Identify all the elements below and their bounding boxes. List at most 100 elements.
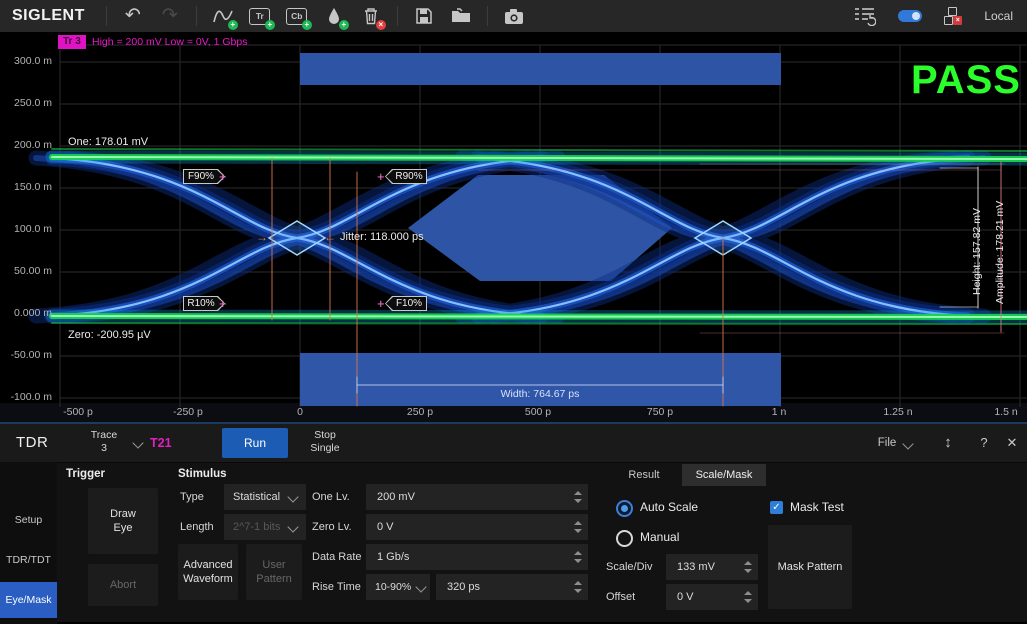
stimulus-header: Stimulus (178, 468, 227, 480)
x-tick-label: -250 p (148, 406, 228, 418)
local-status: Local (984, 9, 1013, 23)
stop-single-button[interactable]: Stop Single (296, 429, 354, 455)
caret-down-icon (574, 529, 582, 533)
caret-down-icon (574, 559, 582, 563)
network-error-icon[interactable] (944, 7, 962, 25)
x-tick-label: 1.25 n (858, 406, 938, 418)
tab-tdr-tdt[interactable]: TDR/TDT (0, 542, 57, 578)
caret-up-icon (574, 521, 582, 525)
undo-icon[interactable]: ↶ (122, 5, 144, 27)
scale-div-field[interactable]: 133 mV (666, 554, 758, 580)
sidebar-tabs: Setup TDR/TDT Eye/Mask (0, 462, 57, 624)
data-rate-label: Data Rate (312, 544, 362, 570)
tab-setup[interactable]: Setup (0, 502, 57, 538)
spinner[interactable] (573, 544, 583, 570)
length-dropdown[interactable]: 2^7-1 bits (224, 514, 306, 540)
mask-test-checkbox[interactable] (770, 501, 783, 514)
offset-field[interactable]: 0 V (666, 584, 758, 610)
expand-collapse-icon[interactable]: ↕ (938, 424, 958, 462)
redo-icon[interactable]: ↷ (159, 5, 181, 27)
add-waveform-icon[interactable] (212, 5, 234, 27)
spinner[interactable] (573, 514, 583, 540)
x-tick-label: 500 p (498, 406, 578, 418)
abort-button[interactable]: Abort (88, 564, 158, 606)
spinner[interactable] (573, 574, 583, 600)
spinner[interactable] (573, 484, 583, 510)
jitter-annotation: Jitter: 118.000 ps (340, 231, 424, 243)
bottom-panel: TDR Trace 3 T21 Run Stop Single File ↕ ?… (0, 422, 1027, 622)
mask-pattern-button[interactable]: Mask Pattern (768, 525, 852, 609)
add-trace-icon[interactable]: Tr (249, 5, 271, 27)
screenshot-camera-icon[interactable] (503, 5, 525, 27)
auto-scale-radio[interactable] (616, 500, 633, 517)
plus-badge-icon (302, 20, 312, 30)
x-tick-label: 0 (260, 406, 340, 418)
tab-result[interactable]: Result (606, 464, 682, 486)
caret-up-icon (574, 491, 582, 495)
top-toolbar: SIGLENT ↶ ↷ Tr Cb (0, 0, 1027, 32)
add-probe-icon[interactable] (323, 5, 345, 27)
plus-badge-icon (228, 20, 238, 30)
open-folder-icon[interactable] (450, 5, 472, 27)
type-label: Type (180, 484, 204, 510)
r90-flag: R90% (385, 169, 427, 184)
height-annotation: Height: 157.82 mV (971, 167, 983, 337)
spinner[interactable] (743, 584, 753, 610)
x-tick-label: 250 p (380, 406, 460, 418)
one-level-label: One Lv. (312, 484, 350, 510)
task-list-icon[interactable] (854, 5, 876, 27)
add-codebook-icon[interactable]: Cb (286, 5, 308, 27)
help-icon[interactable]: ? (974, 424, 994, 462)
app-title: TDR (16, 424, 48, 462)
close-icon[interactable]: ✕ (1002, 424, 1022, 462)
chevron-down-icon[interactable] (902, 438, 913, 449)
advanced-waveform-button[interactable]: Advanced Waveform (178, 544, 238, 600)
chevron-down-icon[interactable] (132, 437, 143, 448)
toolbar-separator (196, 6, 197, 26)
length-label: Length (180, 514, 214, 540)
jitter-arrow-right-icon: → (256, 231, 268, 244)
zero-level-field[interactable]: 0 V (366, 514, 588, 540)
offset-label: Offset (606, 584, 635, 610)
file-menu[interactable]: File (872, 424, 902, 462)
x-badge-icon (376, 20, 386, 30)
draw-eye-button[interactable]: Draw Eye (88, 488, 158, 554)
y-tick-label: 300.0 m (0, 55, 52, 67)
one-level-field[interactable]: 200 mV (366, 484, 588, 510)
toolbar-separator (487, 6, 488, 26)
type-dropdown[interactable]: Statistical (224, 484, 306, 510)
y-tick-label: 150.0 m (0, 181, 52, 193)
user-pattern-button[interactable]: User Pattern (246, 544, 302, 600)
trace-selector[interactable]: Trace 3 (78, 429, 130, 455)
spinner[interactable] (743, 554, 753, 580)
rise-range-dropdown[interactable]: 10-90% (366, 574, 430, 600)
tab-eye-mask[interactable]: Eye/Mask (0, 582, 57, 618)
marker-cross-icon: + (377, 170, 385, 183)
mask-test-pass-status: PASS (903, 58, 1021, 102)
zero-level-annotation: Zero: -200.95 µV (68, 329, 151, 341)
y-tick-label: 100.0 m (0, 223, 52, 235)
data-rate-field[interactable]: 1 Gb/s (366, 544, 588, 570)
chevron-down-icon (415, 581, 426, 592)
x-tick-label: 750 p (620, 406, 700, 418)
rise-time-field[interactable]: 320 ps (436, 574, 588, 600)
manual-radio[interactable] (616, 530, 633, 547)
delete-icon[interactable] (360, 5, 382, 27)
tab-scale-mask[interactable]: Scale/Mask (682, 464, 766, 486)
remote-toggle[interactable] (898, 10, 922, 22)
trigger-header: Trigger (66, 468, 105, 480)
save-icon[interactable] (413, 5, 435, 27)
eye-diagram-canvas (0, 32, 1027, 422)
f10-flag: F10% (385, 296, 427, 311)
caret-up-icon (744, 591, 752, 595)
x-tick-label: -500 p (38, 406, 118, 418)
run-button[interactable]: Run (222, 428, 288, 458)
trace-info: High = 200 mV Low = 0V, 1 Gbps (92, 35, 247, 49)
caret-down-icon (744, 599, 752, 603)
mask-test-label: Mask Test (790, 494, 844, 520)
trace-badge[interactable]: Tr 3 (58, 35, 86, 49)
control-bar: TDR Trace 3 T21 Run Stop Single File ↕ ?… (0, 424, 1027, 463)
caret-down-icon (744, 569, 752, 573)
plus-badge-icon (265, 20, 275, 30)
chevron-down-icon (287, 491, 298, 502)
